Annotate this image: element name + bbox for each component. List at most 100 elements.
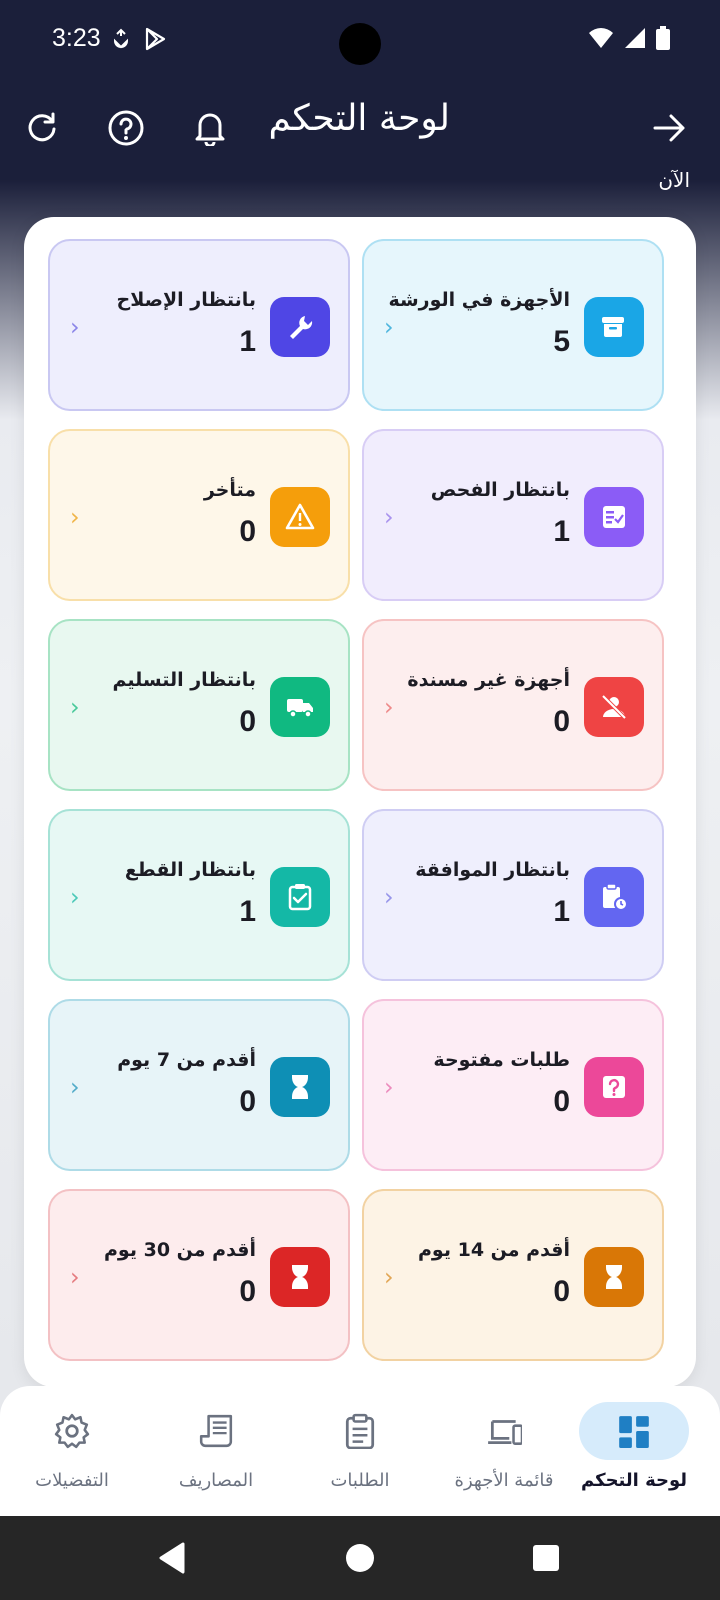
- refresh-button[interactable]: [12, 90, 72, 166]
- clipboard-check-icon: [270, 867, 330, 927]
- stat-card-label: أجهزة غير مسندة: [407, 669, 570, 691]
- stat-card-label: بانتظار الفحص: [430, 479, 570, 501]
- chevron-left-icon: ‹: [384, 693, 394, 721]
- checklist-icon: [584, 487, 644, 547]
- stat-card[interactable]: بانتظار التسليم 0 ‹: [48, 619, 350, 791]
- back-triangle-icon: [159, 1542, 185, 1574]
- play-store-icon: [145, 27, 166, 51]
- bottom-nav: لوحة التحكم قائمة الأجهزة الطلبات المصاريف ا…: [0, 1386, 720, 1516]
- chevron-left-icon: ‹: [384, 1073, 394, 1101]
- stat-card[interactable]: متأخر 0 ‹: [48, 429, 350, 601]
- receipt-icon: [161, 1402, 271, 1460]
- stat-card-label: بانتظار الموافقة: [415, 859, 570, 881]
- stat-card-label: أقدم من 7 يوم: [117, 1049, 256, 1071]
- chevron-left-icon: ‹: [70, 503, 80, 531]
- hourglass-icon: [270, 1057, 330, 1117]
- stat-card-count: 0: [553, 705, 570, 738]
- stat-card-count: 0: [239, 515, 256, 548]
- stat-card-label: بانتظار الإصلاح: [116, 289, 257, 311]
- back-button[interactable]: [640, 90, 700, 166]
- chevron-left-icon: ‹: [70, 693, 80, 721]
- stat-card-count: 1: [553, 515, 570, 548]
- nav-item[interactable]: التفضيلات: [0, 1386, 144, 1516]
- question-icon: [584, 1057, 644, 1117]
- notifications-button[interactable]: [180, 90, 240, 166]
- stat-card-count: 0: [553, 1275, 570, 1308]
- stat-card-label: أقدم من 30 يوم: [104, 1239, 256, 1261]
- stat-card[interactable]: أقدم من 7 يوم 0 ‹: [48, 999, 350, 1171]
- stat-card-count: 0: [553, 1085, 570, 1118]
- status-notification-icons: [110, 26, 168, 52]
- nav-item[interactable]: قائمة الأجهزة: [432, 1386, 576, 1516]
- stat-card-label: متأخر: [203, 479, 256, 501]
- stat-card-label: أقدم من 14 يوم: [418, 1239, 570, 1261]
- signal-icon: [625, 28, 645, 48]
- help-icon: [108, 110, 144, 146]
- status-time: 3:23: [52, 24, 101, 52]
- stat-card[interactable]: أقدم من 30 يوم 0 ‹: [48, 1189, 350, 1361]
- stat-card[interactable]: طلبات مفتوحة 0 ‹: [362, 999, 664, 1171]
- nav-item-label: الطلبات: [330, 1470, 390, 1491]
- arrow-right-icon: [653, 114, 685, 142]
- stat-card-count: 0: [239, 1275, 256, 1308]
- chevron-left-icon: ‹: [384, 503, 394, 531]
- dashboard-panel: الأجهزة في الورشة 5 ‹ بانتظار الإصلاح 1 ‹ بانت…: [24, 217, 696, 1387]
- system-home-button[interactable]: [320, 1516, 400, 1600]
- hourglass-icon: [584, 1247, 644, 1307]
- system-back-button[interactable]: [132, 1516, 212, 1600]
- clipboard-clock-icon: [584, 867, 644, 927]
- wrench-icon: [270, 297, 330, 357]
- gear-icon: [17, 1402, 127, 1460]
- orders-icon: [305, 1402, 415, 1460]
- stat-card-count: 1: [239, 895, 256, 928]
- data-saver-icon: [113, 28, 129, 49]
- status-system-icons: [588, 26, 670, 50]
- devices-icon: [449, 1402, 559, 1460]
- page-title: لوحة التحكم: [268, 98, 450, 139]
- home-circle-icon: [346, 1544, 374, 1572]
- bell-icon: [195, 113, 225, 146]
- nav-item-label: التفضيلات: [35, 1470, 109, 1491]
- stat-card[interactable]: بانتظار الفحص 1 ‹: [362, 429, 664, 601]
- stat-card-count: 1: [239, 325, 256, 358]
- hourglass-icon: [270, 1247, 330, 1307]
- app-bar: لوحة التحكم: [0, 90, 720, 166]
- stat-card[interactable]: بانتظار الإصلاح 1 ‹: [48, 239, 350, 411]
- nav-item-label: قائمة الأجهزة: [454, 1470, 554, 1491]
- chevron-left-icon: ‹: [384, 313, 394, 341]
- stat-card[interactable]: بانتظار القطع 1 ‹: [48, 809, 350, 981]
- stat-card[interactable]: أجهزة غير مسندة 0 ‹: [362, 619, 664, 791]
- stat-card-count: 5: [553, 325, 570, 358]
- stat-card-label: بانتظار القطع: [124, 859, 256, 881]
- status-bar: 3:23: [0, 0, 720, 80]
- refresh-icon: [28, 112, 56, 142]
- stat-card-count: 0: [239, 1085, 256, 1118]
- stat-card[interactable]: بانتظار الموافقة 1 ‹: [362, 809, 664, 981]
- scroll-hint-text: الآن: [658, 168, 690, 192]
- nav-item[interactable]: لوحة التحكم: [562, 1386, 706, 1516]
- stat-card[interactable]: الأجهزة في الورشة 5 ‹: [362, 239, 664, 411]
- chevron-left-icon: ‹: [70, 1073, 80, 1101]
- nav-item-label: المصاريف: [178, 1470, 254, 1491]
- chevron-left-icon: ‹: [70, 883, 80, 911]
- stat-card-count: 1: [553, 895, 570, 928]
- recents-square-icon: [533, 1545, 559, 1571]
- wifi-icon: [589, 28, 613, 48]
- nav-item[interactable]: الطلبات: [288, 1386, 432, 1516]
- chevron-left-icon: ‹: [384, 883, 394, 911]
- stat-card[interactable]: أقدم من 14 يوم 0 ‹: [362, 1189, 664, 1361]
- archive-icon: [584, 297, 644, 357]
- stat-card-label: طلبات مفتوحة: [433, 1049, 570, 1071]
- stat-card-count: 0: [239, 705, 256, 738]
- truck-icon: [270, 677, 330, 737]
- help-button[interactable]: [96, 90, 156, 166]
- chevron-left-icon: ‹: [70, 313, 80, 341]
- nav-item[interactable]: المصاريف: [144, 1386, 288, 1516]
- camera-cutout: [339, 23, 381, 65]
- system-recents-button[interactable]: [506, 1516, 586, 1600]
- warning-icon: [270, 487, 330, 547]
- user-off-icon: [584, 677, 644, 737]
- chevron-left-icon: ‹: [384, 1263, 394, 1291]
- battery-icon: [656, 26, 670, 50]
- chevron-left-icon: ‹: [70, 1263, 80, 1291]
